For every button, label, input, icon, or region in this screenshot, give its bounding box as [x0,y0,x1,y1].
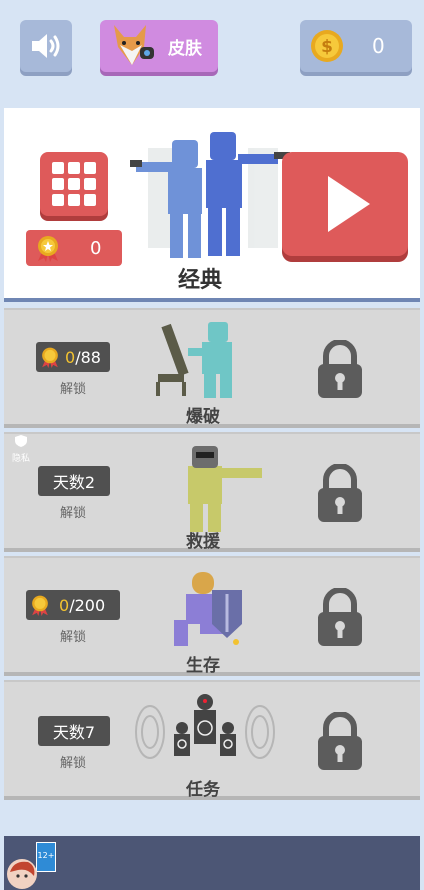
play-button[interactable] [282,152,408,256]
age-rating-badge: 12+ [36,842,56,872]
coin-icon: $ [311,30,343,62]
age-rating-text: 12+ [37,851,55,860]
demolition-req-current: 0 [65,347,76,367]
lock-icon [318,588,362,646]
sound-toggle-button[interactable] [20,20,72,72]
classic-medal-count: 0 [90,237,102,259]
target-dummies-figure [135,694,275,759]
mission-days-requirement: 天数7 [38,716,110,746]
grid-icon [52,162,96,206]
rescue-days-requirement: 天数2 [38,466,110,496]
classic-shooters-figure [130,132,290,258]
play-icon [328,176,370,232]
medal-icon [38,236,58,262]
demolition-medal-requirement: 0/88 [36,342,110,372]
skin-button-label: 皮肤 [168,38,202,59]
classic-medal-counter: 0 [26,230,122,266]
medal-icon [32,595,48,616]
survival-mode-title: 生存 [186,656,220,676]
medal-icon [42,347,58,368]
bottom-bar [4,836,420,890]
avatar[interactable] [6,858,38,890]
mode-select-grid-button[interactable] [40,152,108,216]
survival-unlock-label: 解锁 [60,630,87,645]
privacy-button[interactable]: 隐私 [12,434,30,464]
rescue-req-text: 天数2 [52,473,96,492]
shield-icon [15,435,27,447]
coin-count: 0 [372,34,385,58]
lock-icon [318,712,362,770]
fox-mask-icon [114,25,154,65]
survival-soldier-figure [174,572,242,646]
privacy-label: 隐私 [12,454,31,464]
demolition-mode-title: 爆破 [186,407,220,427]
lock-icon [318,340,362,398]
coin-counter: $ 0 [300,20,412,72]
rescue-soldier-figure [188,446,262,532]
skin-button[interactable]: 皮肤 [100,20,218,72]
mortar-soldier-figure [156,322,232,398]
rescue-unlock-label: 解锁 [60,506,87,521]
demolition-unlock-label: 解锁 [60,382,87,397]
survival-req-current: 0 [59,595,70,615]
classic-panel-divider [4,298,420,302]
mission-unlock-label: 解锁 [60,756,87,771]
svg-text:$: $ [321,37,333,57]
speaker-icon [32,34,60,58]
mission-req-text: 天数7 [52,723,96,742]
rescue-mode-title: 救援 [186,532,220,552]
survival-medal-requirement: 0/200 [26,590,120,620]
classic-mode-title: 经典 [178,268,223,293]
lock-icon [318,464,362,522]
survival-req-total: /200 [69,595,106,615]
demolition-req-total: /88 [75,347,101,367]
mission-mode-title: 任务 [186,780,220,800]
